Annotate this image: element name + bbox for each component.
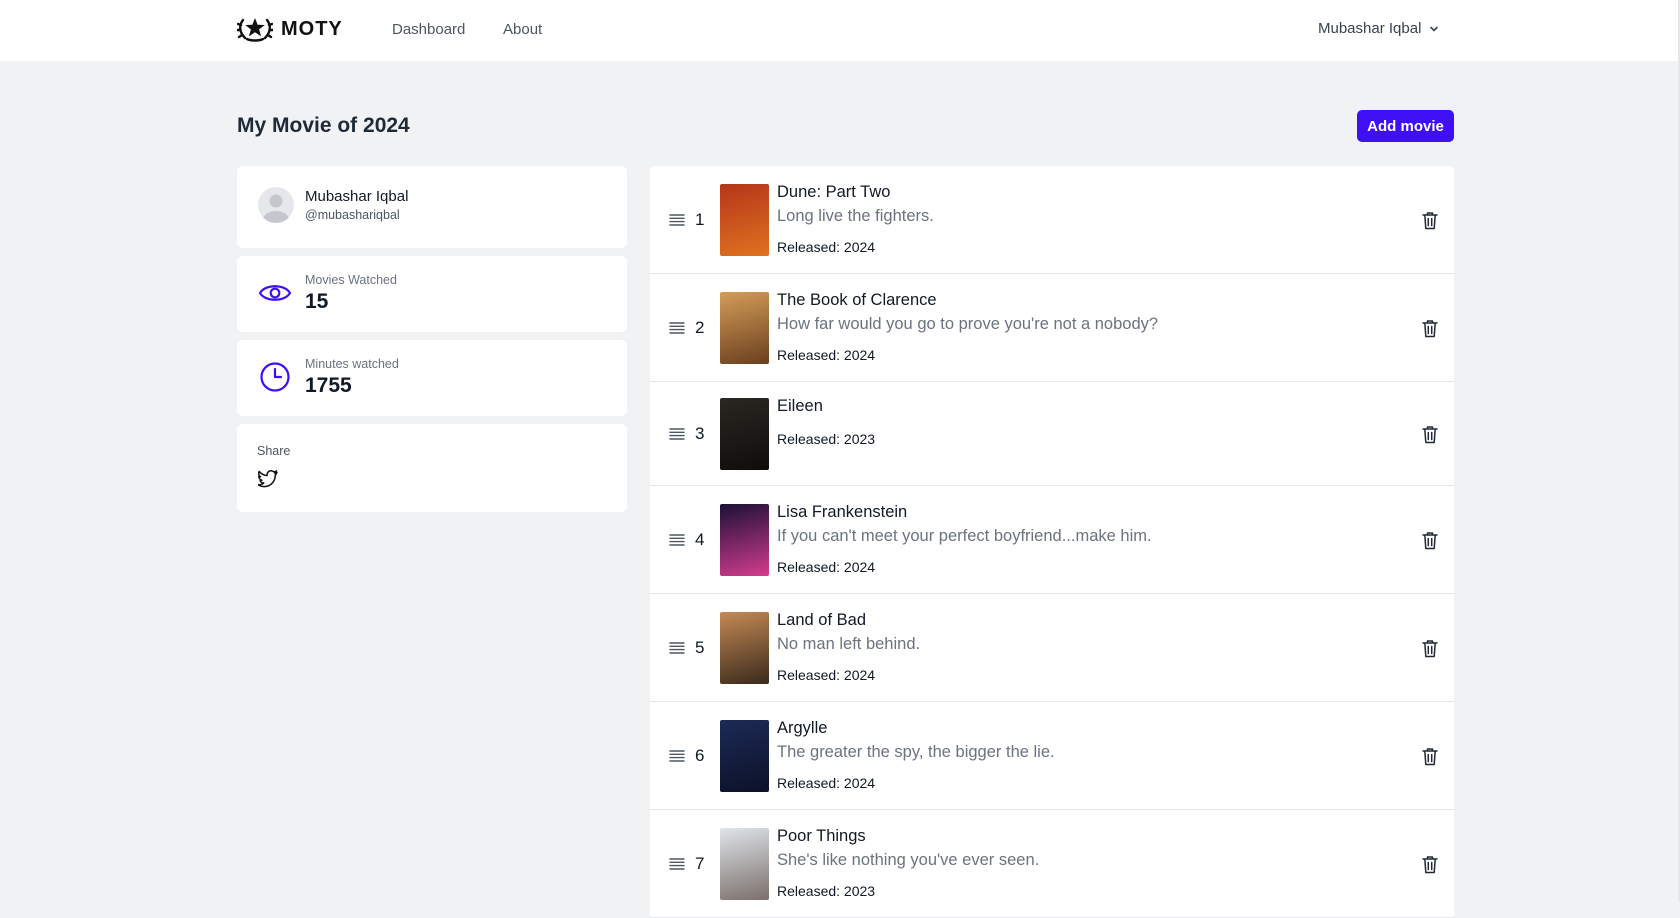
share-card: Share bbox=[237, 424, 627, 512]
stat-value: 15 bbox=[305, 290, 329, 313]
movie-row[interactable]: 2 The Book of Clarence How far would you… bbox=[650, 274, 1454, 382]
movie-release: Released: 2024 bbox=[777, 239, 876, 255]
trash-icon[interactable] bbox=[1422, 425, 1438, 444]
movie-tagline: The greater the spy, the bigger the lie. bbox=[777, 743, 1055, 761]
movie-poster bbox=[720, 398, 769, 470]
add-movie-button[interactable]: Add movie bbox=[1357, 110, 1454, 142]
stat-label: Movies Watched bbox=[305, 273, 397, 287]
drag-handle-icon[interactable] bbox=[669, 427, 685, 441]
stat-value: 1755 bbox=[305, 374, 352, 397]
stat-card-minutes-watched: Minutes watched 1755 bbox=[237, 340, 627, 416]
movie-row[interactable]: 4 Lisa Frankenstein If you can't meet yo… bbox=[650, 486, 1454, 594]
brand-name: MOTY bbox=[281, 17, 343, 40]
drag-handle-icon[interactable] bbox=[669, 749, 685, 763]
movie-tagline: No man left behind. bbox=[777, 635, 921, 653]
drag-handle-icon[interactable] bbox=[669, 641, 685, 655]
movie-tagline: Long live the fighters. bbox=[777, 207, 934, 225]
twitter-icon[interactable] bbox=[258, 470, 278, 488]
movie-rank: 3 bbox=[695, 424, 705, 443]
trash-icon[interactable] bbox=[1422, 319, 1438, 338]
user-menu-name: Mubashar Iqbal bbox=[1318, 20, 1422, 37]
movie-poster bbox=[720, 184, 769, 256]
movie-rank: 4 bbox=[695, 530, 705, 549]
user-avatar-icon bbox=[263, 194, 289, 223]
movie-poster bbox=[720, 828, 769, 900]
clock-icon bbox=[260, 362, 290, 392]
movie-release: Released: 2024 bbox=[777, 559, 876, 575]
movie-poster bbox=[720, 612, 769, 684]
profile-handle: @mubashariqbal bbox=[305, 208, 400, 222]
chevron-down-icon bbox=[1430, 26, 1439, 32]
movie-release: Released: 2024 bbox=[777, 667, 876, 683]
movie-title[interactable]: The Book of Clarence bbox=[777, 291, 937, 310]
profile-name: Mubashar Iqbal bbox=[305, 188, 409, 205]
nav-about[interactable]: About bbox=[503, 21, 542, 38]
top-navbar: MOTY Dashboard About Mubashar Iqbal bbox=[0, 0, 1678, 61]
movie-poster bbox=[720, 504, 769, 576]
eye-icon bbox=[258, 285, 292, 301]
movie-release: Released: 2024 bbox=[777, 347, 876, 363]
movie-release: Released: 2023 bbox=[777, 431, 876, 447]
movie-row[interactable]: 1 Dune: Part Two Long live the fighters.… bbox=[650, 166, 1454, 274]
nav-dashboard[interactable]: Dashboard bbox=[392, 21, 465, 38]
page-title: My Movie of 2024 bbox=[237, 114, 410, 137]
trash-icon[interactable] bbox=[1422, 531, 1438, 550]
trash-icon[interactable] bbox=[1422, 639, 1438, 658]
movie-rank: 2 bbox=[695, 318, 705, 337]
user-menu[interactable]: Mubashar Iqbal bbox=[1318, 20, 1439, 37]
profile-card: Mubashar Iqbal @mubashariqbal bbox=[237, 166, 627, 248]
drag-handle-icon[interactable] bbox=[669, 321, 685, 335]
movie-title[interactable]: Land of Bad bbox=[777, 611, 866, 630]
stat-label: Minutes watched bbox=[305, 357, 399, 371]
movie-title[interactable]: Poor Things bbox=[777, 827, 866, 846]
movie-rank: 6 bbox=[695, 746, 705, 765]
movie-row[interactable]: 7 Poor Things She's like nothing you've … bbox=[650, 810, 1454, 918]
trash-icon[interactable] bbox=[1422, 211, 1438, 230]
movie-title[interactable]: Eileen bbox=[777, 397, 823, 416]
share-label: Share bbox=[257, 444, 291, 458]
movie-rank: 7 bbox=[695, 854, 705, 873]
avatar bbox=[258, 187, 294, 223]
movie-row[interactable]: 6 Argylle The greater the spy, the bigge… bbox=[650, 702, 1454, 810]
movie-release: Released: 2023 bbox=[777, 883, 876, 899]
movie-tagline: How far would you go to prove you're not… bbox=[777, 315, 1159, 333]
drag-handle-icon[interactable] bbox=[669, 533, 685, 547]
movie-rank: 5 bbox=[695, 638, 705, 657]
movie-row[interactable]: 5 Land of Bad No man left behind. Releas… bbox=[650, 594, 1454, 702]
movie-title[interactable]: Dune: Part Two bbox=[777, 183, 890, 202]
laurel-star-icon bbox=[237, 18, 273, 42]
movie-title[interactable]: Lisa Frankenstein bbox=[777, 503, 907, 522]
trash-icon[interactable] bbox=[1422, 855, 1438, 874]
movie-list: 1 Dune: Part Two Long live the fighters.… bbox=[650, 166, 1454, 918]
trash-icon[interactable] bbox=[1422, 747, 1438, 766]
movie-row[interactable]: 3 Eileen Released: 2023 bbox=[650, 382, 1454, 486]
movie-poster bbox=[720, 292, 769, 364]
movie-tagline: She's like nothing you've ever seen. bbox=[777, 851, 1040, 869]
movie-rank: 1 bbox=[695, 210, 705, 229]
drag-handle-icon[interactable] bbox=[669, 857, 685, 871]
brand-logo[interactable]: MOTY bbox=[237, 16, 343, 42]
movie-title[interactable]: Argylle bbox=[777, 719, 827, 738]
movie-poster bbox=[720, 720, 769, 792]
movie-release: Released: 2024 bbox=[777, 775, 876, 791]
movie-tagline: If you can't meet your perfect boyfriend… bbox=[777, 527, 1152, 545]
drag-handle-icon[interactable] bbox=[669, 213, 685, 227]
stat-card-movies-watched: Movies Watched 15 bbox=[237, 256, 627, 332]
